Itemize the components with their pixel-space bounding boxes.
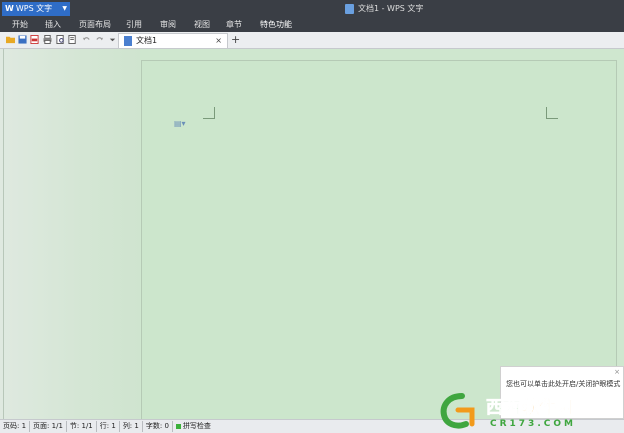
wps-logo-icon: W	[5, 4, 14, 13]
svg-text:西西: 西西	[486, 398, 520, 418]
app-name: WPS 文字	[15, 4, 53, 13]
margin-marker-top-left	[203, 107, 215, 119]
dropdown-icon[interactable]	[108, 35, 117, 44]
menu-review[interactable]: 审阅	[160, 18, 176, 32]
status-section[interactable]: 节: 1/1	[67, 421, 97, 432]
margin-marker-top-right	[546, 107, 558, 119]
paste-options-icon[interactable]: ▤▾	[174, 119, 186, 128]
preview-icon[interactable]	[68, 35, 77, 44]
spell-check-label: 拼写检查	[182, 422, 211, 430]
menu-bar: 开始 插入 页面布局 引用 审阅 视图 章节 特色功能	[0, 18, 624, 34]
menu-page-layout[interactable]: 页面布局	[79, 18, 111, 32]
title-bar: W WPS 文字 ▼ 文档1 - WPS 文字	[0, 0, 624, 18]
app-menu-button[interactable]: W WPS 文字 ▼	[2, 2, 70, 16]
svg-text:CR173.COM: CR173.COM	[490, 419, 576, 429]
status-page[interactable]: 页码: 1	[0, 421, 31, 432]
window-title: 文档1 - WPS 文字	[345, 0, 423, 18]
tip-close-icon[interactable]: ×	[614, 368, 620, 376]
word-document-icon	[124, 36, 132, 46]
save-icon[interactable]	[18, 35, 27, 44]
new-tab-button[interactable]: +	[231, 33, 240, 47]
document-icon	[345, 4, 354, 14]
menu-chapter[interactable]: 章节	[226, 18, 242, 32]
spell-check-toggle[interactable]: 拼写检查	[173, 421, 214, 432]
undo-icon[interactable]	[82, 35, 91, 44]
window-title-text: 文档1 - WPS 文字	[358, 4, 424, 13]
ruler-divider	[3, 49, 4, 419]
status-row[interactable]: 行: 1	[97, 421, 120, 432]
redo-icon[interactable]	[95, 35, 104, 44]
open-folder-icon[interactable]	[6, 35, 15, 44]
quick-access-toolbar	[0, 32, 624, 49]
print-preview-icon[interactable]	[56, 35, 65, 44]
svg-text:软件园: 软件园	[522, 397, 573, 418]
menu-insert[interactable]: 插入	[45, 18, 61, 32]
pdf-icon[interactable]	[30, 35, 39, 44]
tab-label: 文档1	[136, 36, 158, 45]
tab-close-icon[interactable]: ×	[215, 34, 222, 48]
status-pages[interactable]: 页面: 1/1	[30, 421, 67, 432]
chevron-down-icon: ▼	[62, 5, 67, 12]
menu-view[interactable]: 视图	[194, 18, 210, 32]
status-col[interactable]: 列: 1	[120, 421, 143, 432]
left-panel	[0, 49, 140, 419]
cr173-watermark-logo: 西西 软件园 CR173.COM	[440, 393, 576, 429]
print-icon[interactable]	[43, 35, 52, 44]
menu-start[interactable]: 开始	[12, 18, 28, 32]
status-word-count[interactable]: 字数: 0	[143, 421, 173, 432]
spell-check-icon	[175, 424, 181, 429]
tab-document1[interactable]: 文档1 ×	[118, 33, 228, 48]
menu-references[interactable]: 引用	[126, 18, 142, 32]
